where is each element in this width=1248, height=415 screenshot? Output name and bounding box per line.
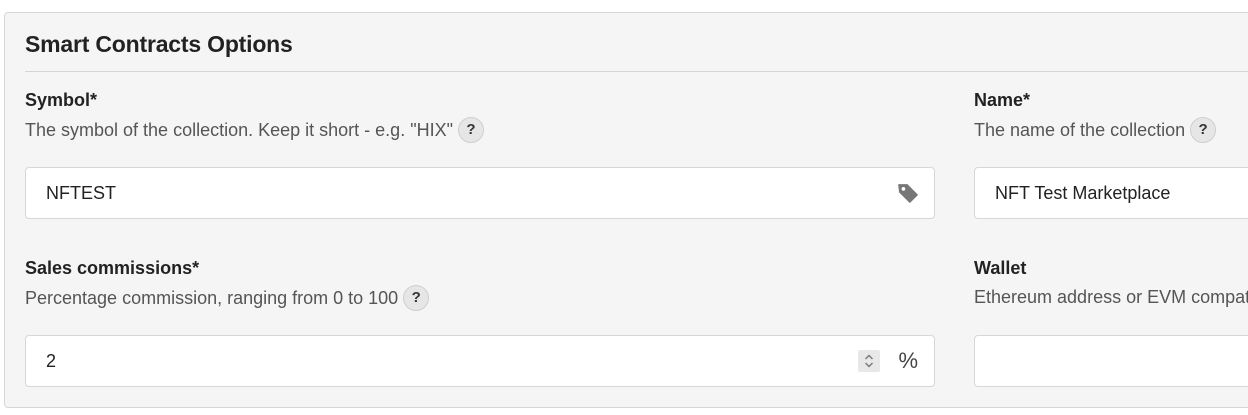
symbol-input[interactable] (26, 168, 896, 218)
symbol-label: Symbol* (25, 90, 98, 110)
commission-help-icon[interactable]: ? (403, 285, 430, 311)
symbol-help-icon[interactable]: ? (457, 117, 484, 143)
spinner-icon[interactable] (858, 350, 881, 372)
smart-contracts-options-panel: Smart Contracts Options Symbol* The symb… (4, 12, 1248, 408)
title-divider (25, 71, 1248, 72)
commission-field: Sales commissions* Percentage commission… (25, 257, 935, 407)
name-help: The name of the collection ? (974, 117, 1248, 143)
name-help-icon[interactable]: ? (1190, 117, 1217, 143)
commission-help: Percentage commission, ranging from 0 to… (25, 285, 935, 311)
name-input-wrapper (974, 167, 1248, 219)
tag-icon (896, 181, 920, 205)
commission-input-wrapper: % (25, 335, 935, 387)
name-input[interactable] (975, 168, 1248, 218)
symbol-help: The symbol of the collection. Keep it sh… (25, 117, 935, 143)
symbol-input-wrapper (25, 167, 935, 219)
symbol-help-text: The symbol of the collection. Keep it sh… (25, 120, 453, 140)
panel-title: Smart Contracts Options (25, 31, 293, 57)
wallet-label: Wallet (974, 258, 1027, 278)
wallet-input-wrapper (974, 335, 1248, 387)
wallet-help: Ethereum address or EVM compatible (974, 285, 1248, 309)
name-label: Name* (974, 90, 1031, 110)
wallet-input[interactable] (975, 336, 1248, 386)
commission-input[interactable] (26, 336, 859, 386)
wallet-field: Wallet Ethereum address or EVM compatibl… (974, 257, 1248, 407)
commission-label: Sales commissions* (25, 258, 200, 278)
wallet-help-text: Ethereum address or EVM compatible (974, 287, 1248, 307)
commission-help-text: Percentage commission, ranging from 0 to… (25, 288, 399, 308)
name-help-text: The name of the collection (974, 120, 1186, 140)
percent-unit: % (898, 348, 918, 373)
